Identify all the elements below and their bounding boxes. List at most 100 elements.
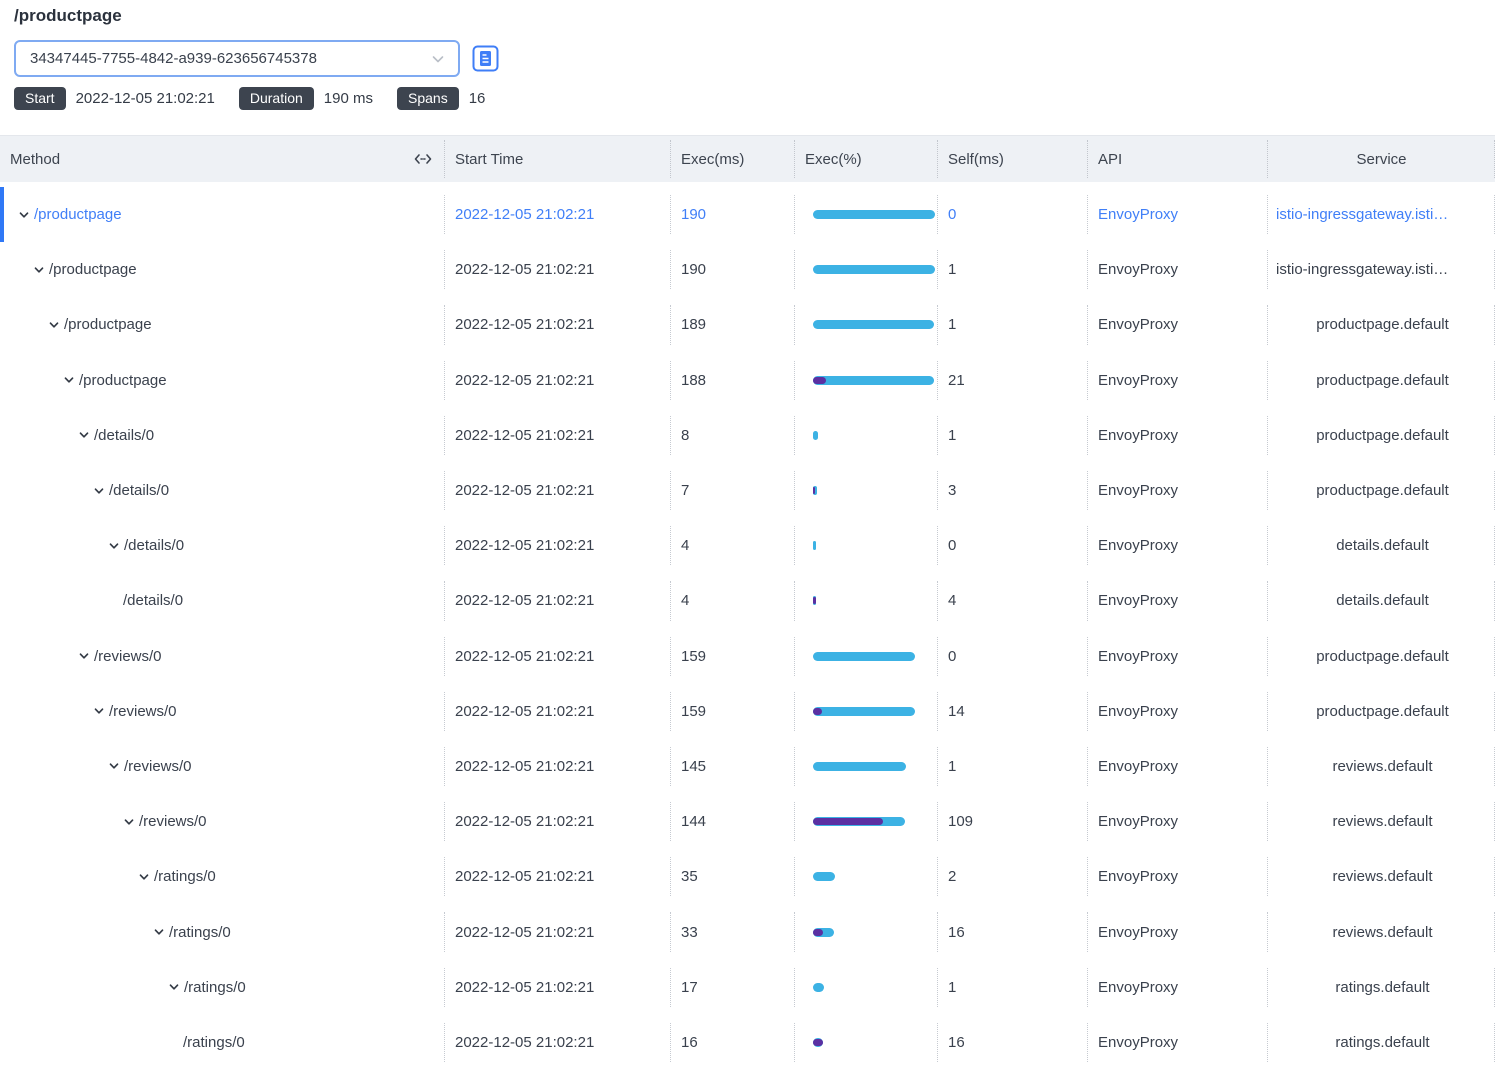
table-row[interactable]: /ratings/0 2022-12-05 21:02:21 35 2 Envo… (0, 849, 1495, 904)
exec-ms-cell: 7 (671, 463, 795, 518)
chevron-down-icon[interactable] (78, 650, 90, 662)
method-label: /productpage (49, 261, 137, 278)
exec-pct-cell (795, 518, 938, 573)
exec-percent-bar (813, 652, 935, 661)
copy-trace-id-button[interactable] (472, 45, 499, 72)
table-row[interactable]: /details/0 2022-12-05 21:02:21 4 0 Envoy… (0, 518, 1495, 573)
trace-selector-row: 34347445-7755-4842-a939-623656745378 (14, 40, 1495, 77)
exec-pct-cell (795, 794, 938, 849)
page-title: /productpage (14, 6, 1495, 26)
start-time-cell: 2022-12-05 21:02:21 (445, 960, 671, 1015)
chevron-down-icon[interactable] (168, 981, 180, 993)
trace-id-value: 34347445-7755-4842-a939-623656745378 (30, 50, 317, 67)
chevron-down-icon[interactable] (48, 319, 60, 331)
table-row[interactable]: /reviews/0 2022-12-05 21:02:21 145 1 Env… (0, 739, 1495, 794)
table-row[interactable]: /details/0 2022-12-05 21:02:21 8 1 Envoy… (0, 408, 1495, 463)
api-cell: EnvoyProxy (1088, 408, 1268, 463)
exec-pct-cell (795, 242, 938, 297)
exec-percent-bar (813, 872, 935, 881)
method-cell: /ratings/0 (0, 1015, 445, 1070)
self-time-bar (813, 1039, 823, 1046)
method-cell: /productpage (0, 242, 445, 297)
method-cell: /reviews/0 (0, 794, 445, 849)
method-label: /ratings/0 (169, 924, 231, 941)
self-ms-cell: 16 (938, 904, 1088, 959)
table-row[interactable]: /ratings/0 2022-12-05 21:02:21 33 16 Env… (0, 904, 1495, 959)
table-row[interactable]: /ratings/0 2022-12-05 21:02:21 16 16 Env… (0, 1015, 1495, 1070)
exec-ms-cell: 188 (671, 353, 795, 408)
api-cell: EnvoyProxy (1088, 242, 1268, 297)
chevron-down-icon[interactable] (63, 374, 75, 386)
exec-percent-bar (813, 541, 935, 550)
chevron-down-icon[interactable] (108, 760, 120, 772)
exec-pct-cell (795, 297, 938, 352)
horizontal-resize-icon[interactable] (413, 153, 433, 165)
service-cell: details.default (1268, 518, 1495, 573)
method-cell: /reviews/0 (0, 629, 445, 684)
table-header: Method Start Time Exec(ms) Exec(%) Self(… (0, 135, 1495, 182)
exec-pct-cell (795, 739, 938, 794)
method-label: /ratings/0 (183, 1034, 245, 1051)
start-time-cell: 2022-12-05 21:02:21 (445, 904, 671, 959)
method-label: /reviews/0 (139, 813, 207, 830)
chevron-down-icon[interactable] (123, 816, 135, 828)
self-ms-cell: 16 (938, 1015, 1088, 1070)
service-cell: productpage.default (1268, 297, 1495, 352)
exec-pct-cell (795, 960, 938, 1015)
table-row[interactable]: /productpage 2022-12-05 21:02:21 190 1 E… (0, 242, 1495, 297)
exec-ms-cell: 189 (671, 297, 795, 352)
start-time-cell: 2022-12-05 21:02:21 (445, 684, 671, 739)
method-cell: /productpage (0, 353, 445, 408)
exec-pct-cell (795, 904, 938, 959)
exec-total-bar (813, 431, 818, 440)
self-ms-cell: 1 (938, 408, 1088, 463)
chevron-down-icon[interactable] (33, 264, 45, 276)
table-row[interactable]: /productpage 2022-12-05 21:02:21 188 21 … (0, 353, 1495, 408)
trace-spans-table: Method Start Time Exec(ms) Exec(%) Self(… (0, 135, 1495, 1070)
service-cell: details.default (1268, 573, 1495, 628)
chevron-down-icon[interactable] (93, 485, 105, 497)
chevron-down-icon[interactable] (108, 540, 120, 552)
method-cell: /details/0 (0, 463, 445, 518)
header-self-ms: Self(ms) (938, 136, 1088, 182)
exec-total-bar (813, 872, 835, 881)
chevron-down-icon[interactable] (18, 209, 30, 221)
exec-total-bar (813, 265, 935, 274)
table-row[interactable]: /details/0 2022-12-05 21:02:21 4 4 Envoy… (0, 573, 1495, 628)
start-time-cell: 2022-12-05 21:02:21 (445, 849, 671, 904)
api-cell: EnvoyProxy (1088, 353, 1268, 408)
exec-percent-bar (813, 376, 935, 385)
exec-ms-cell: 145 (671, 739, 795, 794)
exec-percent-bar (813, 265, 935, 274)
service-cell: productpage.default (1268, 629, 1495, 684)
table-row[interactable]: /reviews/0 2022-12-05 21:02:21 159 14 En… (0, 684, 1495, 739)
method-cell: /ratings/0 (0, 960, 445, 1015)
chevron-down-icon[interactable] (153, 926, 165, 938)
exec-total-bar (813, 376, 934, 385)
start-time-cell: 2022-12-05 21:02:21 (445, 739, 671, 794)
table-row[interactable]: /productpage 2022-12-05 21:02:21 189 1 E… (0, 297, 1495, 352)
method-cell: /productpage (0, 297, 445, 352)
self-time-bar (813, 818, 883, 825)
exec-percent-bar (813, 762, 935, 771)
trace-id-select[interactable]: 34347445-7755-4842-a939-623656745378 (14, 40, 460, 77)
exec-total-bar (813, 983, 824, 992)
method-label: /reviews/0 (124, 758, 192, 775)
table-row[interactable]: /details/0 2022-12-05 21:02:21 7 3 Envoy… (0, 463, 1495, 518)
table-row[interactable]: /productpage 2022-12-05 21:02:21 190 0 E… (0, 187, 1495, 242)
chevron-down-icon[interactable] (78, 429, 90, 441)
self-ms-cell: 0 (938, 518, 1088, 573)
method-label: /reviews/0 (109, 703, 177, 720)
chevron-down-icon[interactable] (93, 705, 105, 717)
exec-percent-bar (813, 431, 935, 440)
table-row[interactable]: /reviews/0 2022-12-05 21:02:21 159 0 Env… (0, 629, 1495, 684)
service-cell: ratings.default (1268, 960, 1495, 1015)
trace-summary: Start 2022-12-05 21:02:21 Duration 190 m… (14, 87, 1495, 110)
start-time-cell: 2022-12-05 21:02:21 (445, 794, 671, 849)
header-exec-ms: Exec(ms) (671, 136, 795, 182)
table-row[interactable]: /ratings/0 2022-12-05 21:02:21 17 1 Envo… (0, 960, 1495, 1015)
table-row[interactable]: /reviews/0 2022-12-05 21:02:21 144 109 E… (0, 794, 1495, 849)
chevron-down-icon[interactable] (138, 871, 150, 883)
method-label: /productpage (34, 206, 122, 223)
api-cell: EnvoyProxy (1088, 849, 1268, 904)
